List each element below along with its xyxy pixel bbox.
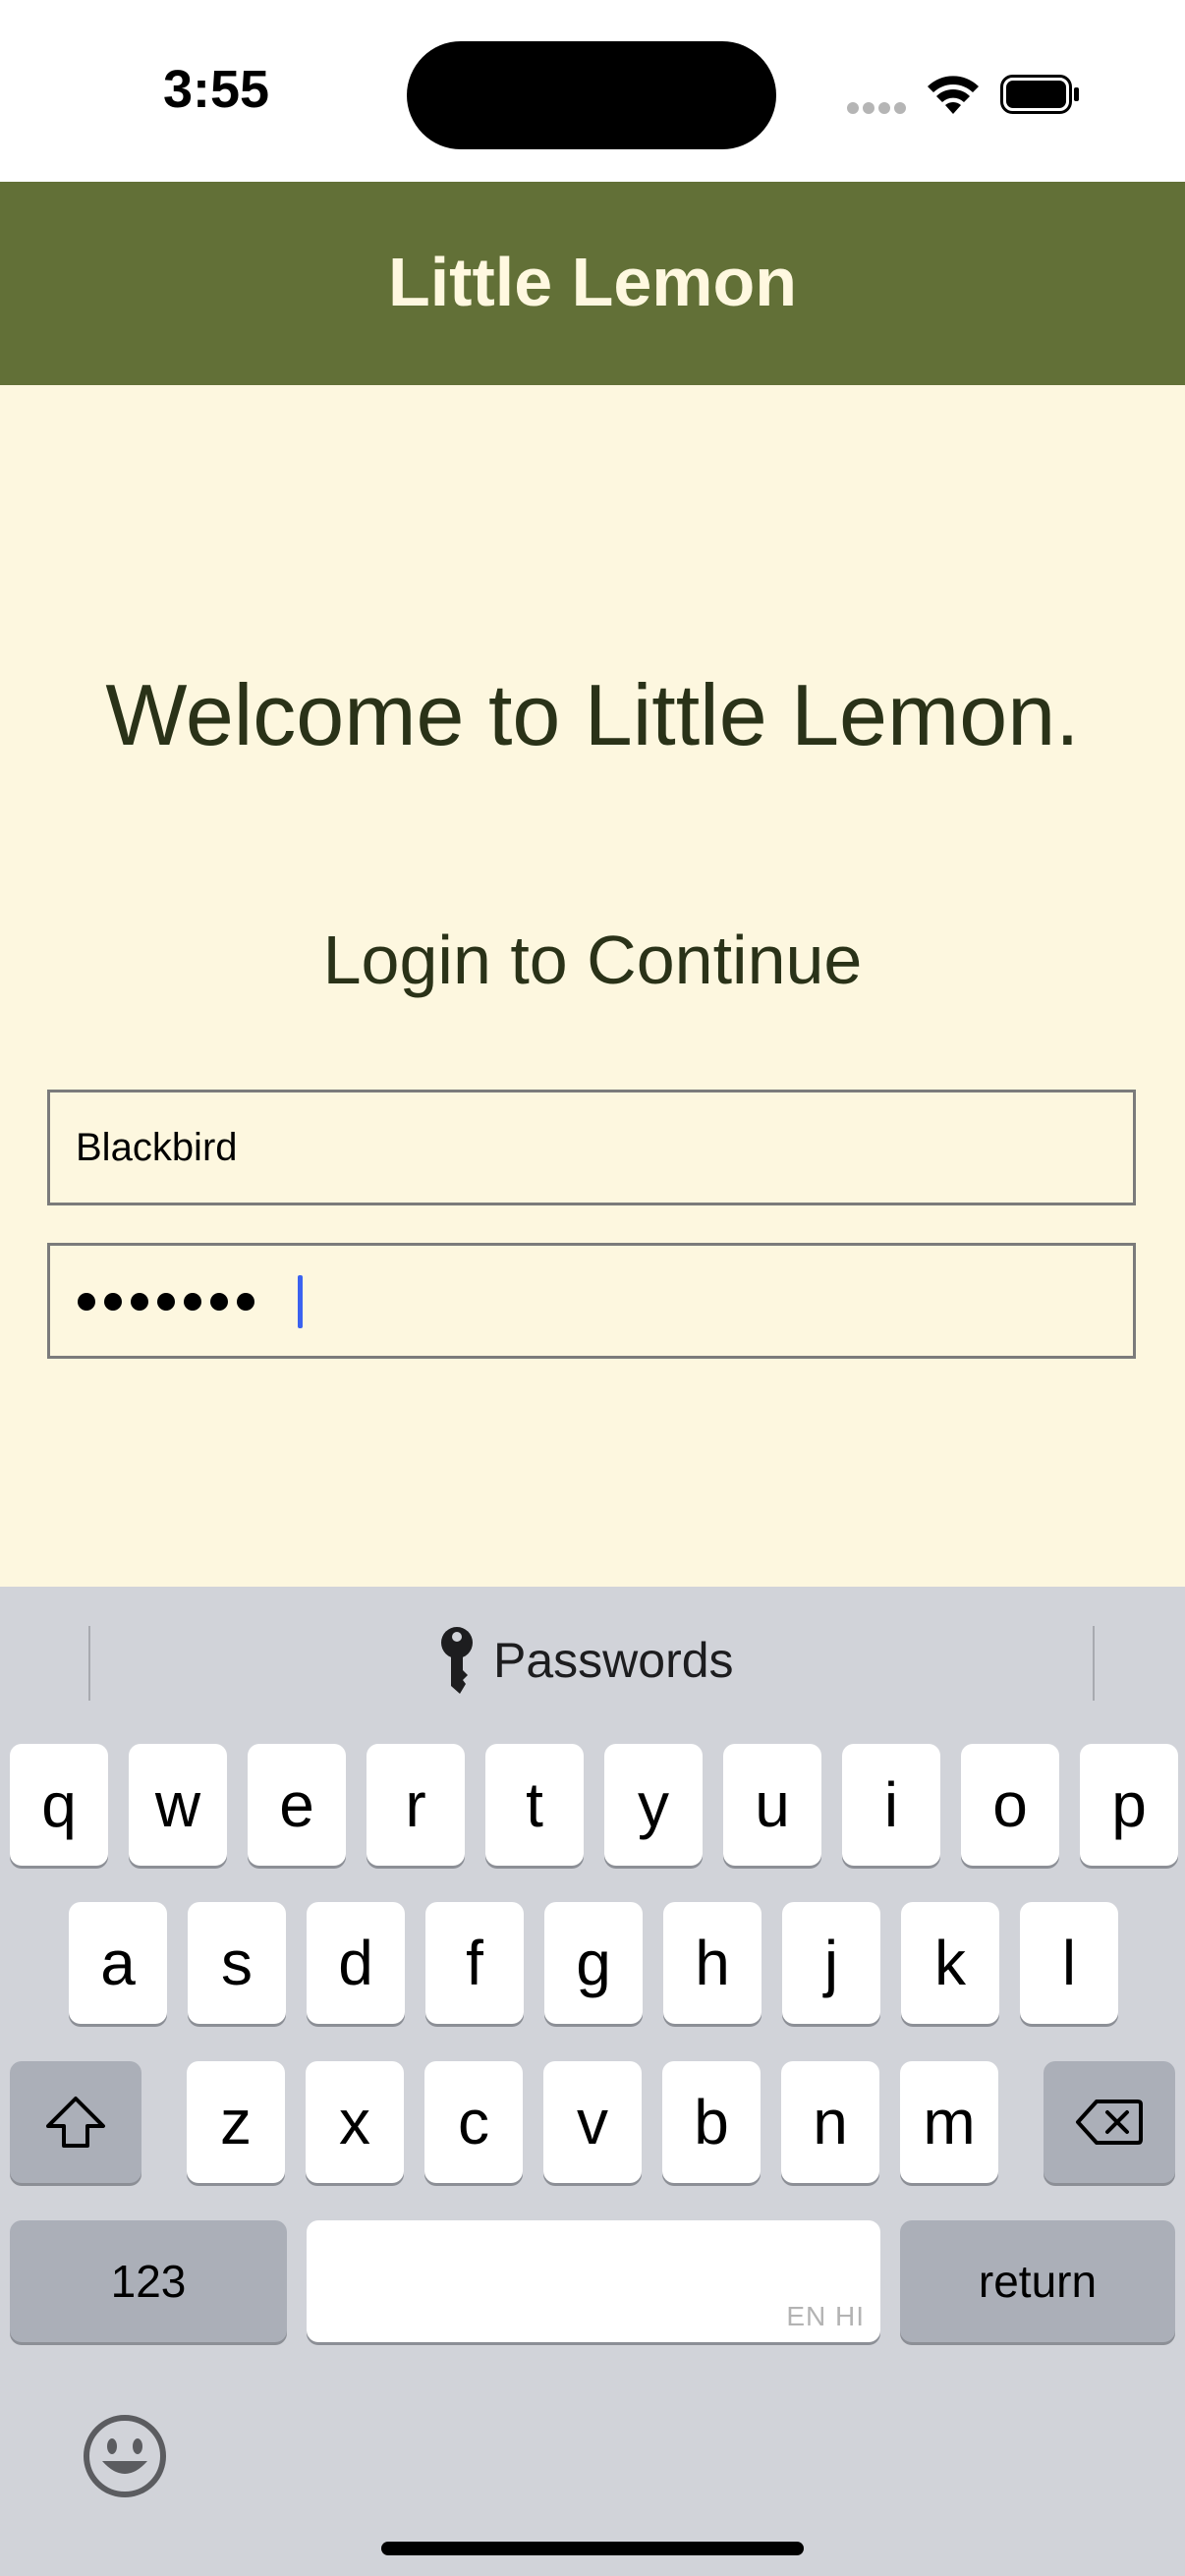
password-dot (237, 1293, 254, 1311)
key-d[interactable]: d (307, 1902, 405, 2024)
username-field[interactable] (47, 1090, 1136, 1205)
app-title: Little Lemon (387, 244, 798, 320)
battery-icon (1000, 75, 1079, 114)
password-masked-value (78, 1277, 254, 1326)
key-n[interactable]: n (781, 2061, 879, 2183)
key-j[interactable]: j (782, 1902, 880, 2024)
key-i[interactable]: i (842, 1744, 940, 1866)
key-o[interactable]: o (961, 1744, 1059, 1866)
key-icon (441, 1627, 473, 1694)
delete-key[interactable] (1044, 2061, 1175, 2183)
status-time: 3:55 (162, 60, 270, 119)
key-q[interactable]: q (10, 1744, 108, 1866)
key-t[interactable]: t (485, 1744, 584, 1866)
key-b[interactable]: b (662, 2061, 761, 2183)
password-dot (157, 1293, 175, 1311)
text-cursor (298, 1275, 303, 1328)
key-x[interactable]: x (306, 2061, 404, 2183)
password-dot (78, 1293, 95, 1311)
key-s[interactable]: s (188, 1902, 286, 2024)
keyboard: Passwords qwertyuiop asdfghjkl zxcvbnm 1… (0, 1587, 1185, 2576)
password-dot (104, 1293, 122, 1311)
key-c[interactable]: c (424, 2061, 523, 2183)
key-y[interactable]: y (604, 1744, 703, 1866)
key-v[interactable]: v (543, 2061, 642, 2183)
space-key[interactable]: EN HI (307, 2220, 880, 2342)
password-dot (184, 1293, 201, 1311)
shift-key[interactable] (10, 2061, 141, 2183)
key-r[interactable]: r (367, 1744, 465, 1866)
toolbar-divider (1093, 1626, 1095, 1701)
toolbar-divider (88, 1626, 90, 1701)
login-subtitle: Login to Continue (322, 922, 863, 998)
backspace-icon (1076, 2100, 1143, 2145)
emoji-icon[interactable] (81, 2412, 169, 2500)
key-m[interactable]: m (900, 2061, 998, 2183)
key-h[interactable]: h (663, 1902, 762, 2024)
numbers-key[interactable]: 123 (10, 2220, 287, 2342)
home-indicator (381, 2542, 804, 2555)
key-u[interactable]: u (723, 1744, 821, 1866)
wifi-icon (928, 76, 979, 114)
password-dot (210, 1293, 228, 1311)
key-e[interactable]: e (248, 1744, 346, 1866)
password-field[interactable] (47, 1243, 1136, 1359)
passwords-label: Passwords (493, 1633, 734, 1688)
dynamic-island (407, 41, 776, 149)
key-p[interactable]: p (1080, 1744, 1178, 1866)
shift-icon (46, 2097, 105, 2148)
login-content: Welcome to Little Lemon. Login to Contin… (0, 385, 1185, 1587)
key-z[interactable]: z (187, 2061, 285, 2183)
key-l[interactable]: l (1020, 1902, 1118, 2024)
key-k[interactable]: k (901, 1902, 999, 2024)
return-key[interactable]: return (900, 2220, 1175, 2342)
key-a[interactable]: a (69, 1902, 167, 2024)
welcome-heading: Welcome to Little Lemon. (105, 666, 1080, 763)
cellular-signal-icon (847, 102, 908, 116)
username-input[interactable] (76, 1092, 1098, 1203)
password-dot (131, 1293, 148, 1311)
space-language-label: EN HI (786, 2301, 865, 2331)
app-header: Little Lemon (0, 182, 1185, 385)
key-f[interactable]: f (425, 1902, 524, 2024)
status-bar: 3:55 (0, 0, 1185, 182)
passwords-autofill-button[interactable]: Passwords (432, 1616, 734, 1705)
key-w[interactable]: w (129, 1744, 227, 1866)
key-g[interactable]: g (544, 1902, 643, 2024)
